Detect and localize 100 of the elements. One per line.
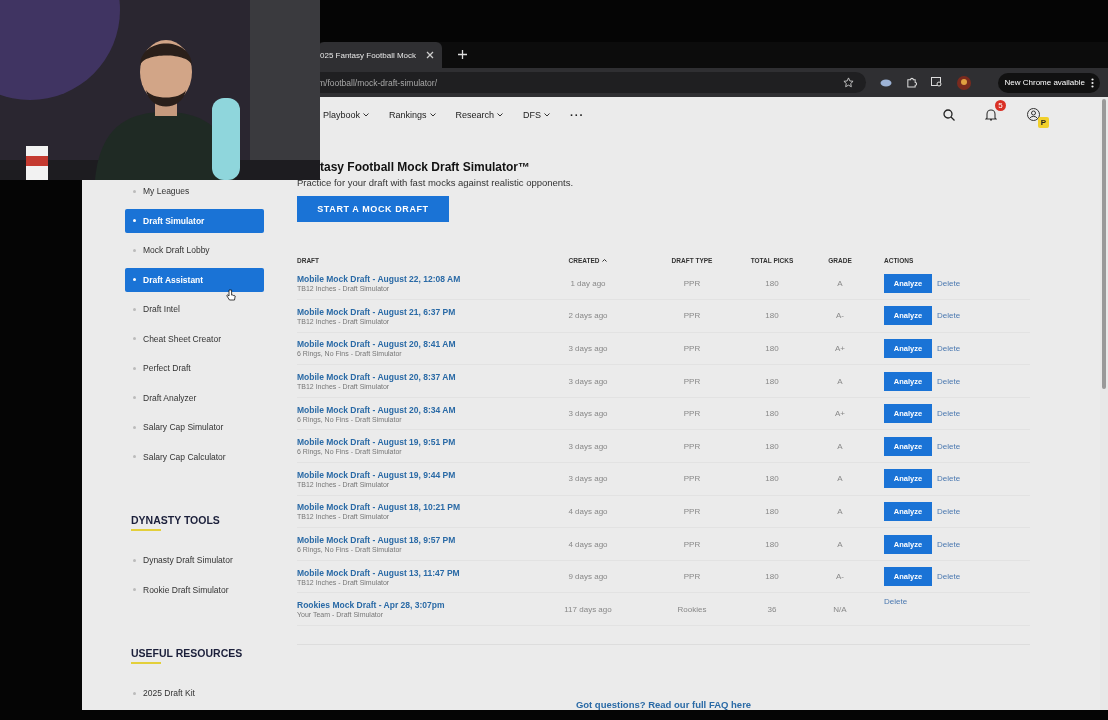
- draft-link[interactable]: Mobile Mock Draft - August 22, 12:08 AM: [297, 274, 461, 285]
- delete-link[interactable]: Delete: [884, 597, 908, 607]
- table-cell: PPR: [683, 572, 701, 582]
- browser-tab[interactable]: 025 Fantasy Football Mock: [318, 42, 442, 68]
- draft-link[interactable]: Mobile Mock Draft - August 19, 9:51 PM: [297, 437, 456, 448]
- table-cell: 180: [765, 409, 779, 419]
- table-cell: PPR: [683, 539, 701, 549]
- sidebar-item[interactable]: 2025 Draft Kit: [125, 681, 264, 706]
- table-cell: PPR: [683, 343, 701, 353]
- table-cell: N/A: [833, 604, 847, 614]
- delete-link[interactable]: Delete: [937, 572, 961, 582]
- table-cell: 4 days ago: [568, 539, 608, 549]
- nav-menu-item[interactable]: Rankings: [389, 109, 436, 120]
- delete-link[interactable]: Delete: [937, 278, 961, 288]
- sidebar-item[interactable]: Cheat Sheet Creator: [125, 326, 264, 351]
- page-title: tasy Football Mock Draft Simulator™: [319, 160, 532, 175]
- draft-link[interactable]: Mobile Mock Draft - August 20, 8:41 AM: [297, 339, 456, 350]
- more-vertical-icon[interactable]: [1091, 77, 1094, 88]
- table-cell: 180: [765, 343, 779, 353]
- table-cell: A+: [835, 409, 845, 419]
- sort-ascending-icon[interactable]: [602, 259, 608, 263]
- section-heading: USEFUL RESOURCES: [130, 647, 243, 660]
- delete-link[interactable]: Delete: [937, 441, 961, 451]
- table-cell: 180: [765, 311, 779, 321]
- table-cell: 180: [765, 441, 779, 451]
- table-cell: A+: [835, 343, 845, 353]
- table-cell: 180: [765, 506, 779, 516]
- nav-menu-item[interactable]: Research: [455, 109, 504, 120]
- update-button[interactable]: New Chrome available: [997, 72, 1100, 93]
- table-cell: 2 days ago: [568, 311, 608, 321]
- delete-link[interactable]: Delete: [937, 539, 961, 549]
- draft-link[interactable]: Rookies Mock Draft - Apr 28, 3:07pm: [297, 600, 445, 611]
- chevron-down-icon: [497, 112, 504, 117]
- sidebar-item[interactable]: Salary Cap Simulator: [125, 415, 264, 440]
- star-icon[interactable]: [843, 77, 854, 88]
- notification-badge: 5: [995, 100, 1006, 112]
- draft-link[interactable]: Mobile Mock Draft - August 19, 9:44 PM: [297, 469, 456, 480]
- table-cell: PPR: [683, 474, 701, 484]
- close-icon[interactable]: [426, 51, 434, 59]
- pointer-cursor-icon: [226, 289, 236, 301]
- table-cell: A: [837, 539, 843, 549]
- delete-link[interactable]: Delete: [937, 409, 961, 419]
- table-cell: 3 days ago: [568, 409, 608, 419]
- more-button[interactable]: ···: [570, 108, 585, 121]
- start-mock-draft-button[interactable]: START A MOCK DRAFT: [297, 196, 449, 223]
- delete-link[interactable]: Delete: [937, 311, 961, 321]
- search-icon[interactable]: [943, 108, 955, 121]
- draft-link[interactable]: Mobile Mock Draft - August 13, 11:47 PM: [297, 567, 460, 578]
- sidebar-item[interactable]: Draft Simulator: [125, 208, 264, 233]
- chevron-down-icon: [363, 112, 370, 117]
- sidebar-item[interactable]: Dynasty Draft Simulator: [125, 548, 264, 573]
- faq-link[interactable]: Got questions? Read our full FAQ here: [575, 699, 752, 710]
- bell-icon[interactable]: [985, 108, 997, 122]
- section-heading: DYNASTY TOOLS: [130, 514, 220, 527]
- sidebar-item[interactable]: Draft Assistant: [125, 267, 264, 292]
- chevron-down-icon: [544, 112, 551, 117]
- sidebar-item[interactable]: Mock Draft Lobby: [125, 238, 264, 263]
- new-tab-icon[interactable]: [458, 50, 467, 59]
- table-cell: 180: [765, 572, 779, 582]
- sidebar-item[interactable]: Draft Intel: [125, 297, 264, 322]
- delete-link[interactable]: Delete: [937, 376, 961, 386]
- draft-link[interactable]: Mobile Mock Draft - August 20, 8:34 AM: [297, 404, 456, 415]
- nav-menu-item[interactable]: Playbook: [323, 109, 370, 120]
- sidebar-item[interactable]: Draft Analyzer: [125, 385, 264, 410]
- draft-link[interactable]: Mobile Mock Draft - August 18, 10:21 PM: [297, 502, 461, 513]
- table-cell: A: [837, 474, 843, 484]
- tab-search-icon[interactable]: [931, 77, 943, 88]
- table-cell: PPR: [683, 376, 701, 386]
- user-icon[interactable]: [1027, 108, 1040, 122]
- scrollbar[interactable]: [1100, 97, 1108, 710]
- table-cell: 180: [765, 474, 779, 484]
- table-cell: PPR: [683, 278, 701, 288]
- extension-icon[interactable]: [880, 77, 892, 88]
- nav-menu-item[interactable]: DFS: [523, 109, 551, 120]
- sidebar-item[interactable]: Rookie Draft Simulator: [125, 577, 264, 602]
- table-cell: A: [837, 376, 843, 386]
- table-cell: 3 days ago: [568, 343, 608, 353]
- delete-link[interactable]: Delete: [937, 506, 961, 516]
- table-cell: 3 days ago: [568, 441, 608, 451]
- table-cell: PPR: [683, 409, 701, 419]
- table-cell: A: [837, 441, 843, 451]
- draft-link[interactable]: Mobile Mock Draft - August 20, 8:37 AM: [297, 372, 456, 383]
- draft-link[interactable]: Mobile Mock Draft - August 21, 6:37 PM: [297, 306, 456, 317]
- table-cell: A: [837, 506, 843, 516]
- avatar-icon[interactable]: [957, 75, 971, 90]
- table-cell: 180: [765, 376, 779, 386]
- table-cell: 117 days ago: [564, 604, 612, 614]
- table-cell: 3 days ago: [568, 474, 608, 484]
- table-cell: PPR: [683, 441, 701, 451]
- delete-link[interactable]: Delete: [937, 343, 961, 353]
- sidebar-item[interactable]: Salary Cap Calculator: [125, 444, 264, 469]
- table-cell: PPR: [683, 311, 701, 321]
- sidebar-item[interactable]: My Leagues: [125, 179, 264, 204]
- table-cell: 3 days ago: [568, 376, 608, 386]
- table-cell: 36: [767, 604, 777, 614]
- delete-link[interactable]: Delete: [937, 474, 961, 484]
- puzzle-icon[interactable]: [906, 77, 917, 88]
- draft-link[interactable]: Mobile Mock Draft - August 18, 9:57 PM: [297, 535, 456, 545]
- table-cell: A-: [836, 311, 844, 321]
- sidebar-item[interactable]: Perfect Draft: [125, 356, 264, 381]
